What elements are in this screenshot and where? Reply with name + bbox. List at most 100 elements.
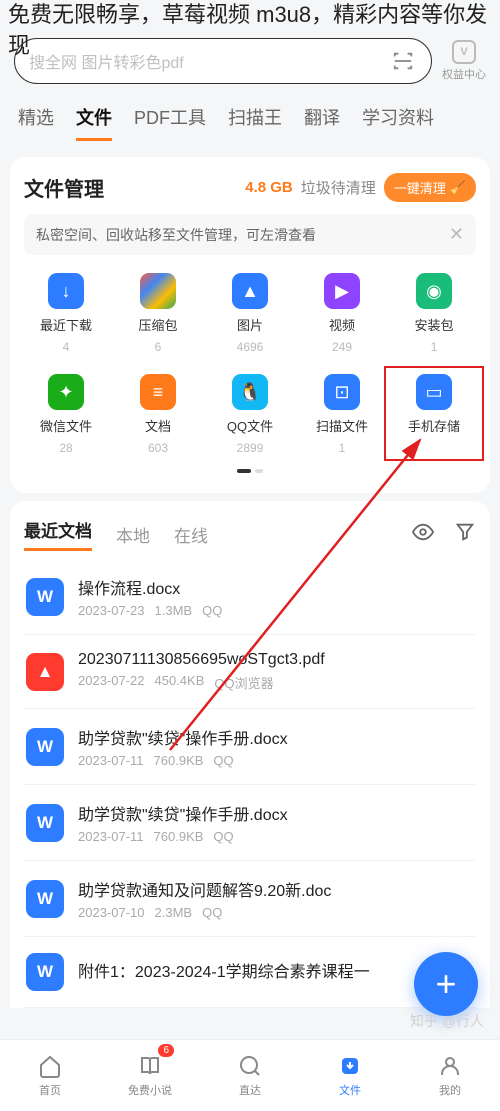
tab-PDF工具[interactable]: PDF工具 bbox=[134, 104, 206, 141]
doc-tabs: 最近文档本地在线 bbox=[24, 517, 476, 551]
dot-active bbox=[237, 469, 251, 473]
close-icon[interactable]: ✕ bbox=[449, 224, 464, 245]
doc-item[interactable]: W 助学贷款"续贷"操作手册.docx 2023-07-11760.9KBQQ bbox=[24, 785, 476, 861]
file-manage-card: 文件管理 4.8 GB 垃圾待清理 一键清理 🧹 私密空间、回收站移至文件管理，… bbox=[10, 157, 490, 493]
tab-文件[interactable]: 文件 bbox=[76, 104, 112, 141]
file-item-压缩包[interactable]: 压缩包 6 bbox=[116, 273, 200, 354]
notice-bar: 私密空间、回收站移至文件管理，可左滑查看 ✕ bbox=[24, 214, 476, 255]
doc-type-icon: W bbox=[26, 578, 64, 616]
nav-免费小说[interactable]: 免费小说 6 bbox=[100, 1040, 200, 1111]
nav-直达[interactable]: 直达 bbox=[200, 1040, 300, 1111]
filter-icon[interactable] bbox=[454, 521, 476, 548]
file-item-视频[interactable]: ▶ 视频 249 bbox=[300, 273, 384, 354]
file-item-最近下载[interactable]: ↓ 最近下载 4 bbox=[24, 273, 108, 354]
book-icon bbox=[137, 1053, 163, 1079]
nav-文件[interactable]: 文件 bbox=[300, 1040, 400, 1111]
file-count: 1 bbox=[339, 441, 346, 455]
file-icon: ▶ bbox=[324, 273, 360, 309]
file-icon bbox=[140, 273, 176, 309]
notice-text: 私密空间、回收站移至文件管理，可左滑查看 bbox=[36, 225, 316, 245]
file-icon: ▲ bbox=[232, 273, 268, 309]
dot-inactive bbox=[255, 469, 263, 473]
file-name: 安装包 bbox=[414, 315, 453, 334]
nav-首页[interactable]: 首页 bbox=[0, 1040, 100, 1111]
file-name: 最近下载 bbox=[40, 315, 92, 334]
file-name: 微信文件 bbox=[40, 416, 92, 435]
file-name: 压缩包 bbox=[138, 315, 177, 334]
main-tabs: 精选文件 PDF工具扫描王翻译学习资料 bbox=[0, 92, 500, 149]
file-item-手机存储[interactable]: ▭手机存储 bbox=[392, 374, 476, 455]
doc-meta: 2023-07-11760.9KBQQ bbox=[78, 829, 474, 844]
nav-label: 我的 bbox=[439, 1082, 461, 1098]
doc-item[interactable]: W助学贷款"续贷"操作手册.docx2023-07-11760.9KBQQ bbox=[24, 709, 476, 785]
nav-我的[interactable]: 我的 bbox=[400, 1040, 500, 1111]
junk-text: 垃圾待清理 bbox=[301, 177, 376, 198]
watermark: 知乎 @行人 bbox=[410, 1011, 484, 1031]
tab-学习资料[interactable]: 学习资料 bbox=[362, 104, 434, 141]
tab-翻译[interactable]: 翻译 bbox=[304, 104, 340, 141]
doc-item[interactable]: W附件1：2023-2024-1学期综合素养课程一 bbox=[24, 937, 476, 1008]
file-item-扫描文件[interactable]: ⊡ 扫描文件 1 bbox=[300, 374, 384, 455]
doc-meta: 2023-07-102.3MBQQ bbox=[78, 905, 474, 920]
doc-type-icon: W bbox=[26, 880, 64, 918]
file-item-图片[interactable]: ▲ 图片 4696 bbox=[208, 273, 292, 354]
nav-badge: 6 bbox=[158, 1044, 174, 1057]
tab-精选[interactable]: 精选 bbox=[18, 104, 54, 141]
file-name: 视频 bbox=[329, 315, 355, 334]
file-count: 4 bbox=[63, 340, 70, 354]
file-name: 扫描文件 bbox=[316, 416, 368, 435]
doc-type-icon: W bbox=[26, 804, 64, 842]
doc-type-icon: ▲ bbox=[26, 653, 64, 691]
file-item-安装包[interactable]: ◉ 安装包 1 bbox=[392, 273, 476, 354]
file-count: 603 bbox=[148, 441, 168, 455]
rights-label: 权益中心 bbox=[442, 66, 486, 82]
doc-meta: 2023-07-11760.9KBQQ bbox=[78, 753, 474, 768]
bottom-nav: 首页 免费小说 6 直达 文件 我的 bbox=[0, 1039, 500, 1111]
nav-label: 直达 bbox=[239, 1082, 261, 1098]
doc-meta: 2023-07-22450.4KBQQ浏览器 bbox=[78, 673, 474, 692]
doc-name: 操作流程.docx bbox=[78, 575, 474, 599]
file-count: 249 bbox=[332, 340, 352, 354]
plus-icon: + bbox=[435, 963, 456, 1005]
file-icon: ⊡ bbox=[324, 374, 360, 410]
doc-name: 助学贷款"续贷"操作手册.docx bbox=[78, 801, 474, 825]
file-count: 28 bbox=[59, 441, 72, 455]
pager-dots bbox=[24, 469, 476, 473]
file-icon: ✦ bbox=[48, 374, 84, 410]
doc-tab-在线[interactable]: 在线 bbox=[174, 522, 208, 547]
file-name: 文档 bbox=[145, 416, 171, 435]
eye-icon[interactable] bbox=[412, 521, 434, 548]
card-title: 文件管理 bbox=[24, 173, 104, 202]
user-icon bbox=[437, 1053, 463, 1079]
nav-label: 免费小说 bbox=[128, 1082, 172, 1098]
fab-add-button[interactable]: + bbox=[414, 952, 478, 1016]
nav-label: 文件 bbox=[339, 1082, 361, 1098]
file-count: 1 bbox=[431, 340, 438, 354]
highlight-box bbox=[384, 366, 484, 461]
doc-item[interactable]: W助学贷款通知及问题解答9.20新.doc2023-07-102.3MBQQ bbox=[24, 861, 476, 937]
download-icon bbox=[337, 1053, 363, 1079]
file-icon: ↓ bbox=[48, 273, 84, 309]
file-name: 图片 bbox=[237, 315, 263, 334]
doc-tools bbox=[412, 521, 476, 548]
doc-item[interactable]: ▲20230711130856695woSTgct3.pdf2023-07-22… bbox=[24, 635, 476, 709]
file-icon: ◉ bbox=[416, 273, 452, 309]
doc-tab-本地[interactable]: 本地 bbox=[116, 522, 150, 547]
tab-扫描王[interactable]: 扫描王 bbox=[228, 104, 282, 141]
doc-section: 最近文档本地在线 W操作流程.docx2023-07-231.3MBQQ▲202… bbox=[10, 501, 490, 1008]
file-item-QQ文件[interactable]: 🐧QQ文件2899 bbox=[208, 374, 292, 455]
nav-label: 首页 bbox=[39, 1082, 61, 1098]
overlay-title: 免费无限畅享，草莓视频 m3u8，精彩内容等你发现 bbox=[8, 0, 492, 62]
file-count: 4696 bbox=[237, 340, 264, 354]
file-count: 2899 bbox=[237, 441, 264, 455]
file-count: 6 bbox=[155, 340, 162, 354]
file-item-文档[interactable]: ≡ 文档 603 bbox=[116, 374, 200, 455]
file-name: QQ文件 bbox=[227, 416, 273, 435]
file-item-微信文件[interactable]: ✦ 微信文件 28 bbox=[24, 374, 108, 455]
doc-tab-最近文档[interactable]: 最近文档 bbox=[24, 517, 92, 551]
search-icon bbox=[237, 1053, 263, 1079]
doc-type-icon: W bbox=[26, 728, 64, 766]
doc-item[interactable]: W操作流程.docx2023-07-231.3MBQQ bbox=[24, 559, 476, 635]
file-icon: ≡ bbox=[140, 374, 176, 410]
clean-button[interactable]: 一键清理 🧹 bbox=[384, 173, 476, 202]
